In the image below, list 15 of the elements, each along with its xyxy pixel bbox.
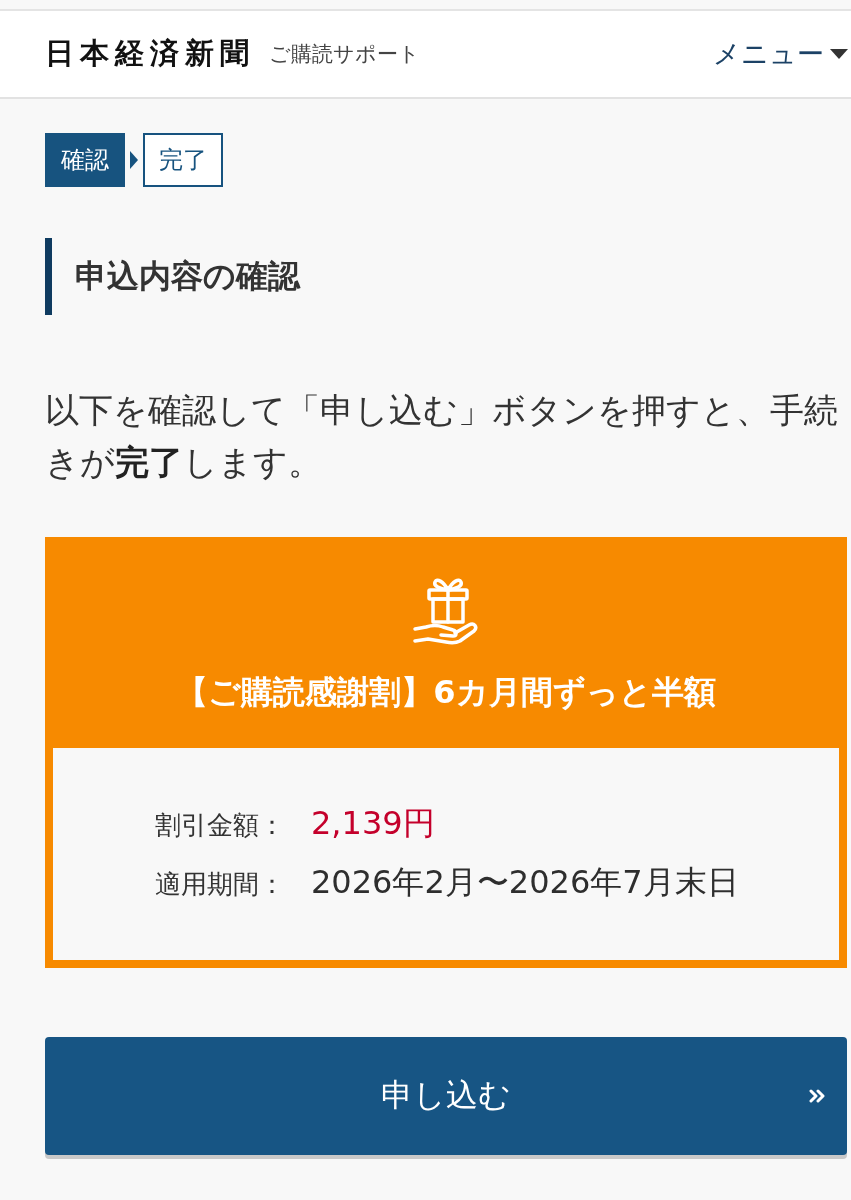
instruction-text: 以下を確認して「申し込む」ボタンを押すと、手続きが完了します。 — [45, 389, 839, 484]
detail-value: 2,139円 — [311, 803, 436, 844]
offer-title: 【ご購読感謝割】6カ月間ずっと半額 — [176, 672, 716, 713]
detail-value: 2026年2月〜2026年7月末日 — [311, 862, 739, 903]
step-indicator: 完了 — [143, 133, 223, 187]
double-chevron-icon — [809, 1089, 825, 1103]
newspaper-logo[interactable]: 日本経済新聞 — [45, 34, 255, 74]
detail-label: 割引金額： — [155, 809, 285, 842]
caret-icon — [830, 49, 848, 59]
site-subtitle: ご購読サポート — [269, 41, 420, 68]
menu-button[interactable]: メニュー — [713, 36, 848, 72]
detail-label: 適用期間： — [155, 868, 285, 901]
step-indicator: 確認 — [45, 133, 125, 187]
step-arrow-icon — [130, 151, 138, 169]
section-heading: 申込内容の確認 — [45, 238, 847, 315]
